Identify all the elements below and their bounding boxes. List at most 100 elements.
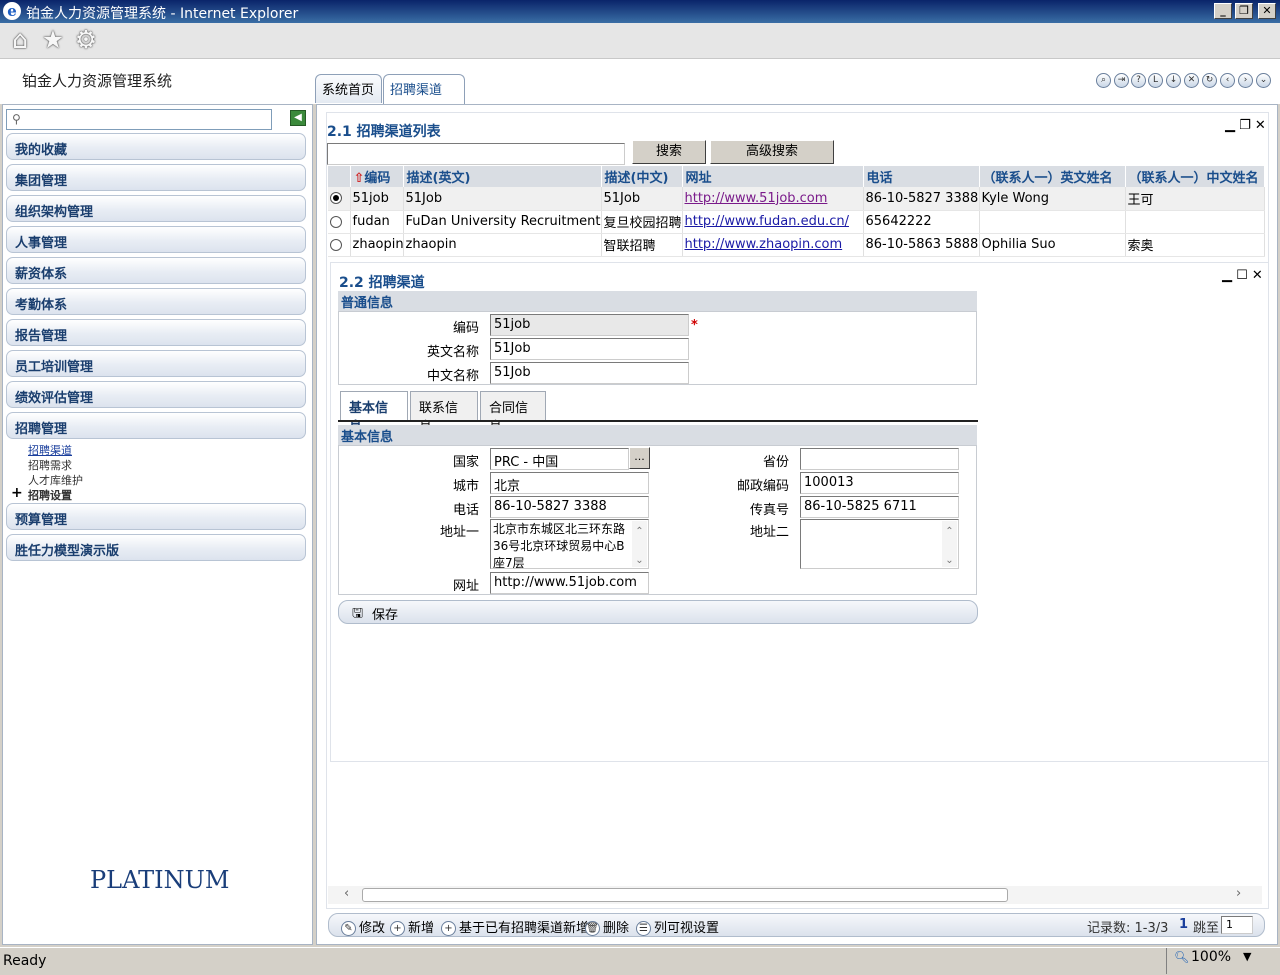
expand-plus-icon[interactable]: +	[11, 485, 23, 501]
restore-icon[interactable]: ❐	[1235, 3, 1253, 19]
address2-textarea[interactable]: ⌃ ⌄	[800, 519, 959, 569]
scroll-thumb[interactable]	[362, 888, 1008, 902]
advanced-search-button[interactable]: 高级搜索	[710, 140, 834, 164]
tab-basic-info[interactable]: 基本信息	[340, 391, 408, 435]
zoom-icon: 🔍︎	[1174, 950, 1190, 964]
row-radio[interactable]	[330, 192, 342, 205]
gear-icon[interactable]: ⚙	[72, 26, 100, 54]
row-select-cell	[328, 187, 351, 211]
list-window-controls-icon[interactable]: ▁ ❐ ✕	[1225, 118, 1266, 133]
export-icon[interactable]: ⇥	[1114, 73, 1129, 88]
horizontal-scrollbar[interactable]: ‹ ›	[328, 886, 1262, 904]
list-search-input[interactable]	[327, 143, 625, 165]
collapse-header-icon[interactable]: ⌄	[1256, 73, 1271, 88]
column-header[interactable]: 网址	[682, 166, 864, 187]
favorites-star-icon[interactable]: ★	[39, 26, 67, 54]
phone-field[interactable]: 86-10-5827 3388	[490, 496, 649, 518]
search-button[interactable]: 搜索	[632, 140, 706, 164]
sidebar-subitem-demand[interactable]: 招聘需求	[28, 457, 72, 473]
delete-button[interactable]: 🗑 删除	[585, 917, 629, 936]
back-icon[interactable]: ‹	[1220, 73, 1235, 88]
sidebar-item-budget[interactable]: 预算管理	[6, 503, 306, 530]
en-name-field[interactable]: 51Job	[490, 338, 689, 360]
sidebar-item-competency[interactable]: 胜任力模型演示版	[6, 534, 306, 561]
website-field[interactable]: http://www.51job.com	[490, 572, 649, 594]
zoom-dropdown-icon[interactable]: ▼	[1243, 950, 1251, 963]
sidebar-item-training[interactable]: 员工培训管理	[6, 350, 306, 377]
add-button[interactable]: + 新增	[390, 917, 434, 936]
sidebar-subitem-settings[interactable]: 招聘设置	[28, 487, 72, 503]
table-row[interactable]: fudan FuDan University Recruitment 复旦校园招…	[328, 210, 1265, 234]
page-number[interactable]: 1	[1179, 917, 1188, 932]
table-row[interactable]: zhaopin zhaopin 智联招聘 http://www.zhaopin.…	[328, 233, 1265, 257]
search-icon[interactable]: ⌕	[1096, 73, 1111, 88]
country-picker-button[interactable]: ...	[629, 447, 650, 469]
address1-textarea[interactable]: 北京市东城区北三环东路36号北京环球贸易中心B座7层 ⌃ ⌄	[490, 519, 649, 569]
sidebar-subitem-talent-pool[interactable]: 人才库维护	[28, 472, 83, 488]
close-icon[interactable]: ✕	[1258, 3, 1276, 19]
zoom-level[interactable]: 100%	[1191, 949, 1231, 965]
status-bar: Ready 🔍︎ 100% ▼	[0, 947, 1280, 975]
add-from-existing-button[interactable]: + 基于已有招聘渠道新增	[441, 917, 589, 936]
home-icon[interactable]: ⌂	[6, 26, 34, 54]
save-button[interactable]: 保存	[372, 604, 398, 623]
url-link[interactable]: http://www.51job.com	[685, 191, 828, 206]
sidebar-item-salary[interactable]: 薪资体系	[6, 257, 306, 284]
refresh-icon[interactable]: ↻	[1202, 73, 1217, 88]
forward-icon[interactable]: ›	[1238, 73, 1253, 88]
postcode-field[interactable]: 100013	[800, 472, 959, 494]
app-name: 铂金人力资源管理系统	[22, 72, 173, 90]
column-header[interactable]: （联系人一）英文姓名	[979, 166, 1126, 187]
action-bar: ✎ 修改 + 新增 + 基于已有招聘渠道新增 🗑 删除 ☰ 列可视设置 记录数: 1-3/…	[328, 913, 1265, 937]
scroll-left-icon[interactable]: ‹	[344, 886, 349, 901]
column-visibility-button[interactable]: ☰ 列可视设置	[636, 917, 719, 936]
help-icon[interactable]: ?	[1131, 73, 1146, 88]
detail-window-controls-icon[interactable]: ▁ ☐ ✕	[1222, 268, 1263, 283]
country-field[interactable]: PRC - 中国	[490, 448, 629, 470]
tab-contact-info[interactable]: 联系信息	[410, 391, 478, 435]
sidebar-item-reports[interactable]: 报告管理	[6, 319, 306, 346]
sidebar-item-attendance[interactable]: 考勤体系	[6, 288, 306, 315]
edit-button[interactable]: ✎ 修改	[341, 917, 385, 936]
fax-field[interactable]: 86-10-5825 6711	[800, 496, 959, 518]
sidebar-search-input[interactable]: ⚲	[6, 109, 272, 130]
row-radio[interactable]	[330, 238, 342, 251]
sidebar-item-group[interactable]: 集团管理	[6, 164, 306, 191]
tab-recruitment-channel[interactable]: 招聘渠道	[383, 74, 465, 105]
url-link[interactable]: http://www.zhaopin.com	[685, 237, 843, 252]
table-row[interactable]: 51job 51Job 51Job http://www.51job.com 8…	[328, 187, 1265, 211]
code-field[interactable]: 51job	[490, 314, 689, 336]
row-radio[interactable]	[330, 215, 342, 228]
cancel-icon[interactable]: ✕	[1184, 73, 1199, 88]
list-icon: ☰	[636, 921, 651, 936]
scroll-right-icon[interactable]: ›	[1236, 886, 1241, 901]
tab-contract-info[interactable]: 合同信息	[480, 391, 546, 435]
column-header[interactable]: 描述(英文)	[403, 166, 602, 187]
cn-name-field[interactable]: 51Job	[490, 362, 689, 384]
city-field[interactable]: 北京	[490, 472, 649, 494]
address1-label: 地址一	[439, 525, 479, 540]
download-icon[interactable]: ↓	[1166, 73, 1181, 88]
tab-home[interactable]: 系统首页	[315, 74, 382, 103]
scrollbar[interactable]: ⌃ ⌄	[632, 521, 647, 567]
status-text: Ready	[3, 953, 47, 969]
province-field[interactable]	[800, 448, 959, 470]
sidebar-subitem-channel[interactable]: 招聘渠道	[28, 442, 72, 458]
column-header[interactable]: 电话	[863, 166, 980, 187]
table-cell: 复旦校园招聘	[601, 210, 683, 234]
column-header[interactable]: ⇧编码	[350, 166, 404, 187]
sidebar-item-performance[interactable]: 绩效评估管理	[6, 381, 306, 408]
sidebar-item-favorites[interactable]: 我的收藏	[6, 133, 306, 160]
sidebar-item-recruitment[interactable]: 招聘管理	[6, 412, 306, 439]
sidebar-item-hr[interactable]: 人事管理	[6, 226, 306, 253]
url-link[interactable]: http://www.fudan.edu.cn/	[685, 214, 849, 229]
scrollbar[interactable]: ⌃ ⌄	[942, 521, 957, 567]
login-icon[interactable]: L	[1148, 73, 1163, 88]
goto-page-input[interactable]: 1	[1221, 916, 1253, 934]
sidebar-item-org[interactable]: 组织架构管理	[6, 195, 306, 222]
minimize-icon[interactable]: _	[1214, 3, 1232, 19]
column-header[interactable]: （联系人一）中文姓名	[1125, 166, 1265, 187]
table-cell: http://www.zhaopin.com	[682, 233, 864, 257]
collapse-sidebar-icon[interactable]: ◀	[290, 110, 306, 126]
column-header[interactable]: 描述(中文)	[601, 166, 683, 187]
